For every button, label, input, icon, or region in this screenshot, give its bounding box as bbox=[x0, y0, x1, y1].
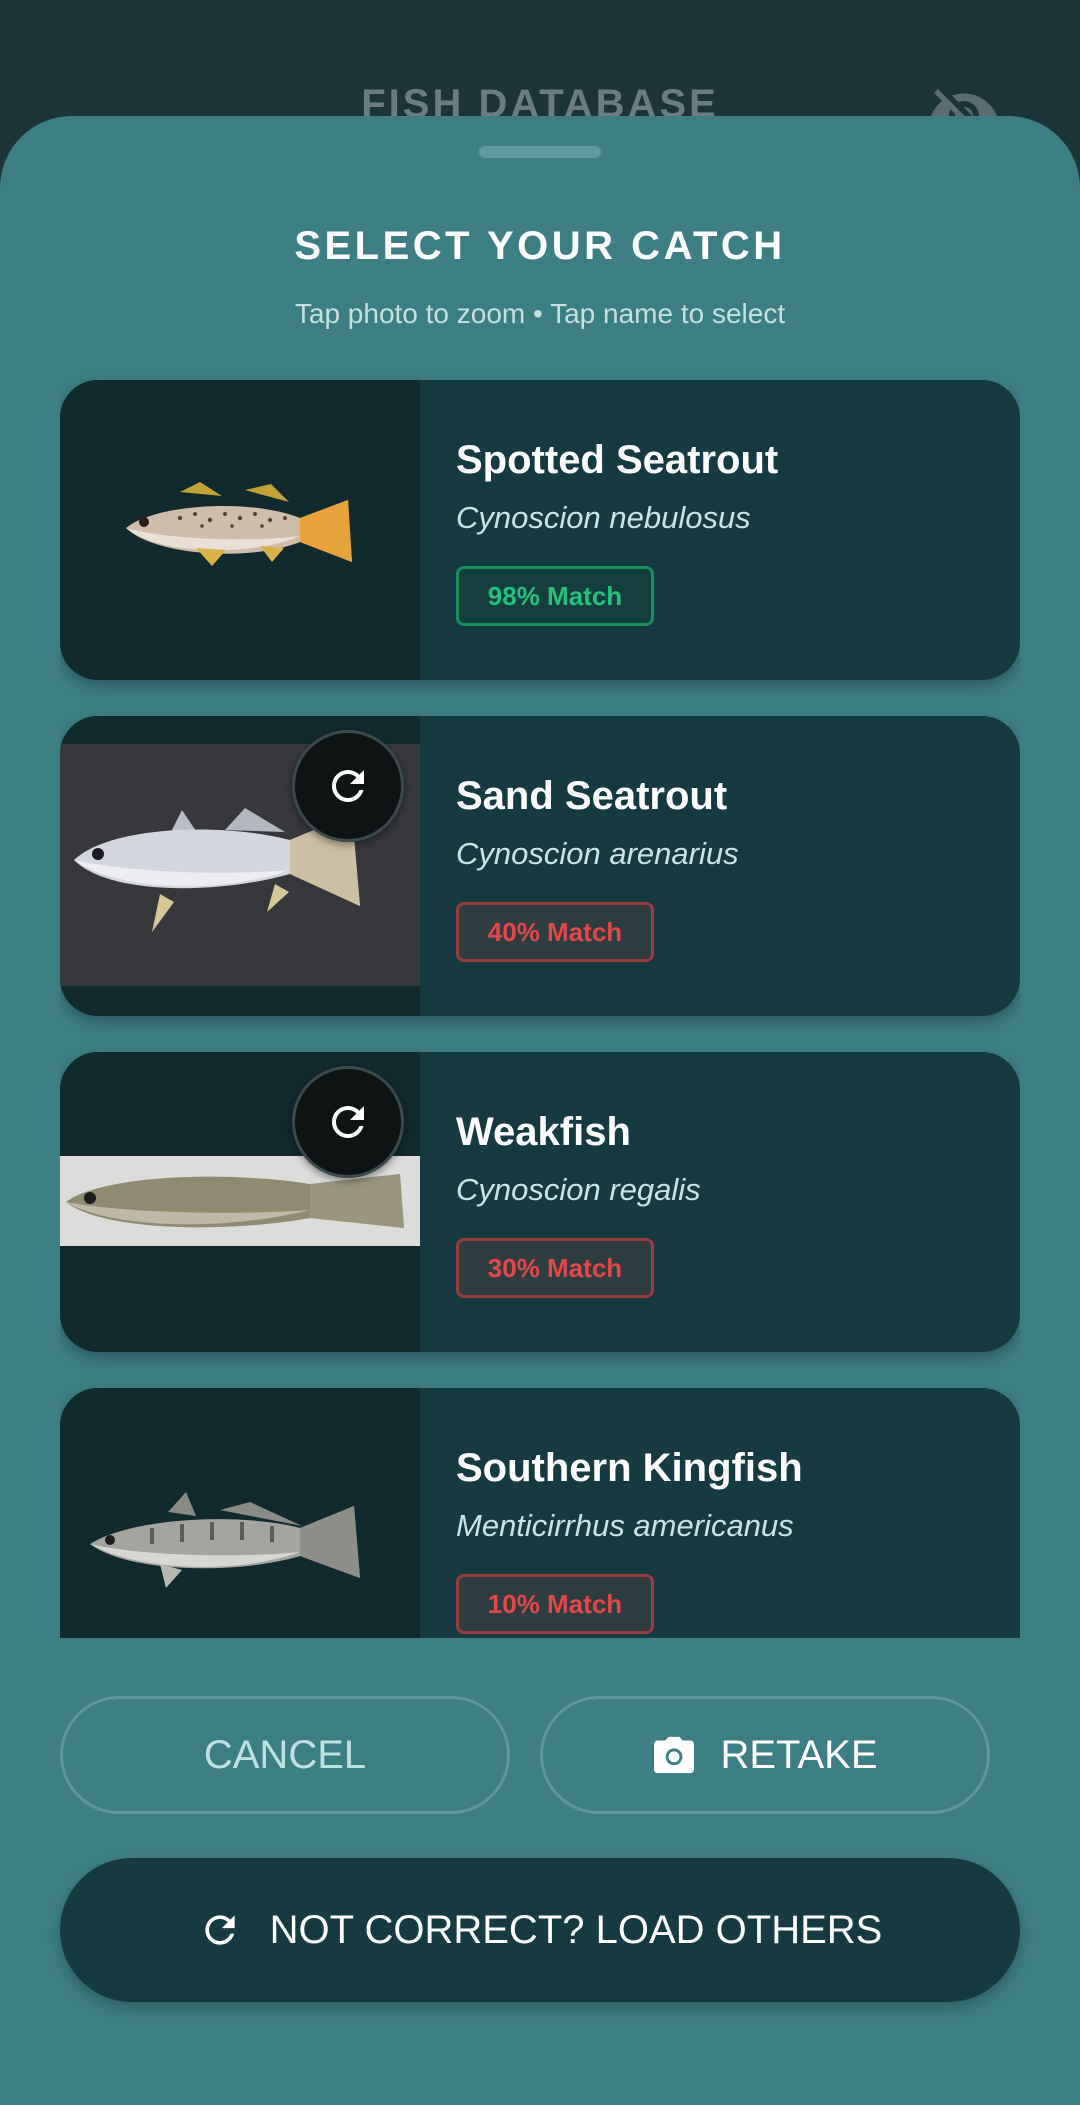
card-info[interactable]: Southern Kingfish Menticirrhus americanu… bbox=[456, 1388, 996, 1638]
cancel-button[interactable]: CANCEL bbox=[60, 1696, 510, 1814]
card-info[interactable]: Sand Seatrout Cynoscion arenarius 40% Ma… bbox=[456, 716, 996, 1016]
refresh-icon bbox=[205, 1915, 235, 1945]
catch-card-sand-seatrout[interactable]: Sand Seatrout Cynoscion arenarius 40% Ma… bbox=[60, 716, 1020, 1016]
catch-list[interactable]: Spotted Seatrout Cynoscion nebulosus 98%… bbox=[60, 264, 1020, 1638]
match-badge: 30% Match bbox=[456, 1238, 654, 1298]
spotted-seatrout-image bbox=[60, 470, 420, 590]
scientific-name: Cynoscion regalis bbox=[456, 1172, 701, 1207]
match-badge: 10% Match bbox=[456, 1574, 654, 1634]
scientific-name: Cynoscion nebulosus bbox=[456, 500, 751, 535]
refresh-photo-button[interactable] bbox=[292, 730, 404, 842]
match-badge: 40% Match bbox=[456, 902, 654, 962]
camera-icon bbox=[654, 1736, 695, 1774]
catch-card-southern-kingfish[interactable]: Southern Kingfish Menticirrhus americanu… bbox=[60, 1388, 1020, 1638]
drag-handle[interactable] bbox=[479, 146, 601, 158]
catch-card-spotted-seatrout[interactable]: Spotted Seatrout Cynoscion nebulosus 98%… bbox=[60, 380, 1020, 680]
common-name[interactable]: Spotted Seatrout bbox=[456, 438, 778, 483]
common-name[interactable]: Weakfish bbox=[456, 1110, 631, 1155]
refresh-icon bbox=[332, 770, 364, 802]
scientific-name: Cynoscion arenarius bbox=[456, 836, 739, 871]
match-badge: 98% Match bbox=[456, 566, 654, 626]
fish-photo[interactable] bbox=[60, 716, 420, 1016]
refresh-icon bbox=[332, 1106, 364, 1138]
refresh-photo-button[interactable] bbox=[292, 1066, 404, 1178]
fish-photo[interactable] bbox=[60, 1388, 420, 1638]
southern-kingfish-image bbox=[60, 1478, 420, 1598]
load-others-label: NOT CORRECT? LOAD OTHERS bbox=[269, 1907, 883, 1952]
fish-photo[interactable] bbox=[60, 380, 420, 680]
sheet-title: SELECT YOUR CATCH bbox=[294, 224, 786, 268]
load-others-button[interactable]: NOT CORRECT? LOAD OTHERS bbox=[60, 1858, 1020, 2002]
common-name[interactable]: Southern Kingfish bbox=[456, 1446, 803, 1491]
common-name[interactable]: Sand Seatrout bbox=[456, 774, 727, 819]
retake-label: RETAKE bbox=[720, 1732, 878, 1777]
catch-card-weakfish[interactable]: Weakfish Cynoscion regalis 30% Match bbox=[60, 1052, 1020, 1352]
fish-photo[interactable] bbox=[60, 1052, 420, 1352]
card-info[interactable]: Spotted Seatrout Cynoscion nebulosus 98%… bbox=[456, 380, 996, 680]
retake-button[interactable]: RETAKE bbox=[540, 1696, 990, 1814]
cancel-label: CANCEL bbox=[203, 1732, 367, 1777]
scientific-name: Menticirrhus americanus bbox=[456, 1508, 794, 1543]
card-info[interactable]: Weakfish Cynoscion regalis 30% Match bbox=[456, 1052, 996, 1352]
